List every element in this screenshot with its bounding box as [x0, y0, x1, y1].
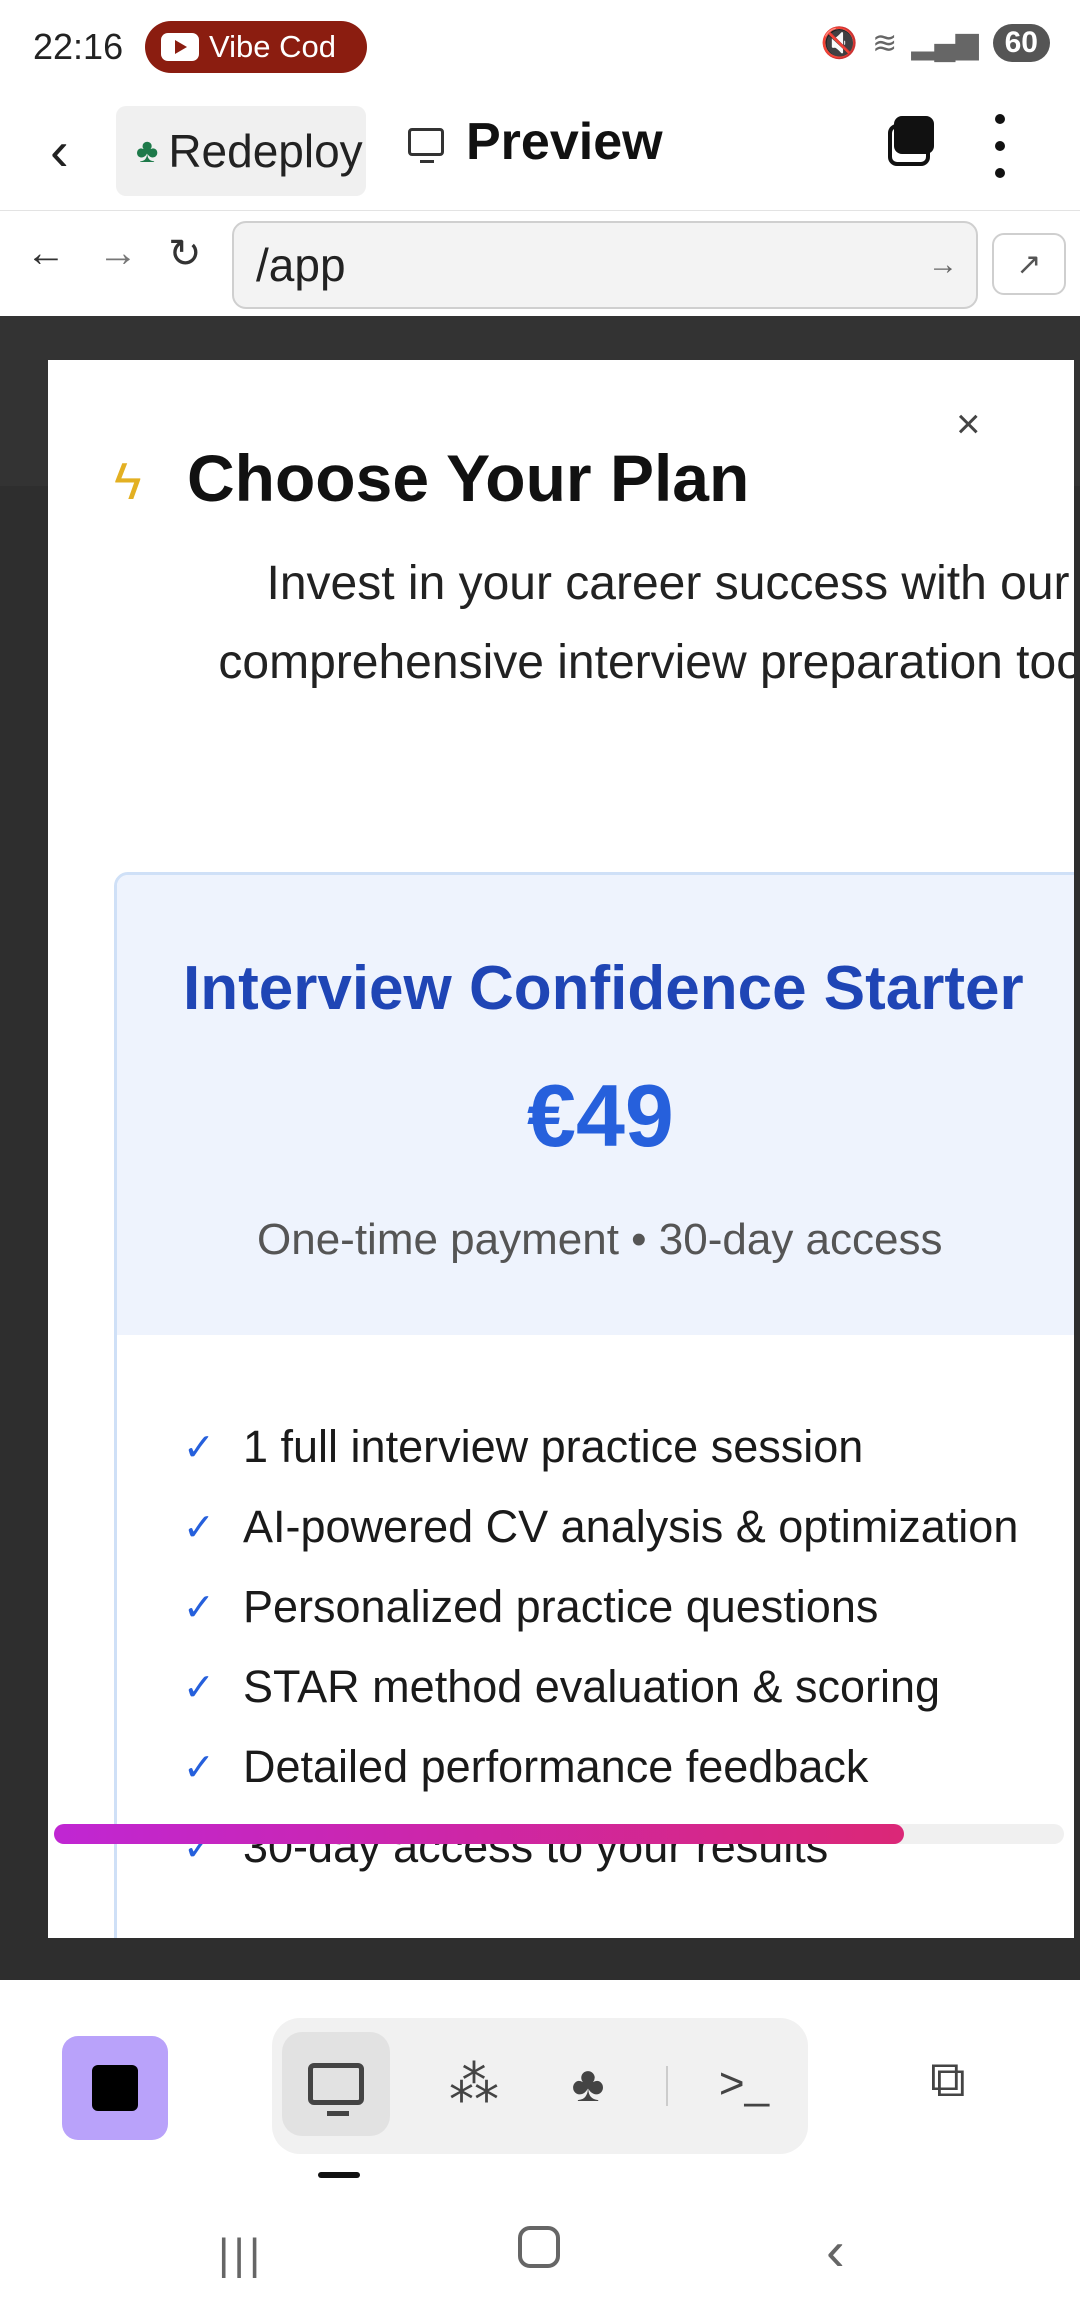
mute-icon: 🔇 — [820, 26, 859, 60]
nav-back-icon[interactable]: ← — [26, 231, 66, 276]
bottom-toolbar: ⁂ ♣ >_ ⧉ — [0, 1980, 1080, 2180]
preview-tab-label: Preview — [466, 113, 663, 171]
media-pill-label: Vibe Cod — [209, 29, 336, 64]
active-indicator — [318, 2172, 360, 2178]
panel-toggle-icon[interactable]: ⧉ — [930, 2050, 966, 2109]
close-icon[interactable]: × — [956, 400, 981, 448]
system-back-icon[interactable]: ‹ — [826, 2218, 845, 2283]
check-icon: ✓ — [183, 1586, 215, 1629]
youtube-icon — [161, 33, 199, 61]
back-icon[interactable]: ‹ — [50, 118, 69, 183]
check-icon: ✓ — [183, 1506, 215, 1549]
status-icons: 🔇 ≋ ▂▄▆ 60 — [821, 24, 1050, 62]
status-bar: 22:16 Vibe Cod 🔇 ≋ ▂▄▆ 60 — [0, 0, 1080, 92]
feature-item: ✓ 1 full interview practice session — [183, 1421, 864, 1472]
redeploy-tab[interactable]: ♣ Redeploy — [116, 106, 366, 196]
home-icon[interactable] — [518, 2226, 560, 2268]
system-nav-bar: ||| ‹ — [0, 2180, 1080, 2316]
view-switcher: ⁂ ♣ >_ — [272, 2018, 808, 2154]
nodes-icon: ⁂ — [449, 2056, 499, 2112]
browser-bar: ← → ↻ /app → ↗ — [0, 210, 1080, 316]
modal-subtitle: Invest in your career success with our c… — [218, 557, 1074, 689]
monitor-icon — [308, 2063, 364, 2116]
preview-tab[interactable]: Preview — [408, 112, 663, 172]
redeploy-tab-label: Redeploy — [168, 125, 363, 177]
toolbar-divider — [666, 2066, 668, 2106]
feature-item: ✓ 30-day access to your results — [183, 1821, 829, 1872]
battery-indicator: 60 — [992, 24, 1050, 62]
tree-icon: ♣ — [136, 131, 159, 170]
recents-icon[interactable]: ||| — [218, 2230, 264, 2280]
stop-button[interactable] — [62, 2036, 168, 2140]
app-header: ‹ ♣ Redeploy Preview — [0, 92, 1080, 210]
deploy-view-button[interactable]: ♣ — [534, 2032, 642, 2136]
modal-title: Choose Your Plan — [187, 441, 750, 515]
preview-view-button[interactable] — [282, 2032, 390, 2136]
horizontal-scrollbar[interactable] — [54, 1824, 1064, 1844]
horizontal-scroll-thumb[interactable] — [54, 1824, 904, 1844]
go-arrow-icon[interactable]: → — [928, 223, 958, 307]
plan-payment-note: One-time payment • 30-day access — [257, 1215, 943, 1264]
check-icon: ✓ — [183, 1426, 215, 1469]
more-options-icon[interactable] — [990, 114, 1010, 178]
wifi-icon: ≋ — [872, 26, 898, 60]
signal-icon: ▂▄▆ — [911, 26, 979, 60]
terminal-icon: >_ — [718, 2059, 770, 2108]
plan-card-header: Interview Confidence Starter €49 One-tim… — [117, 875, 1074, 1335]
url-text: /app — [256, 239, 346, 291]
plan-modal: × ϟ Choose Your Plan Invest in your care… — [48, 360, 1074, 1938]
reload-icon[interactable]: ↻ — [168, 231, 202, 277]
nav-forward-icon[interactable]: → — [98, 231, 138, 276]
monitor-icon — [408, 128, 444, 163]
tabs-switcher-icon[interactable] — [880, 116, 934, 170]
tree-icon: ♣ — [571, 2056, 605, 2112]
feature-item: ✓ AI-powered CV analysis & optimization — [183, 1501, 1019, 1552]
feature-item: ✓ STAR method evaluation & scoring — [183, 1661, 941, 1712]
feature-item: ✓ Personalized practice questions — [183, 1581, 879, 1632]
check-icon: ✓ — [183, 1666, 215, 1709]
terminal-view-button[interactable]: >_ — [690, 2032, 798, 2136]
open-external-icon[interactable]: ↗ — [992, 233, 1066, 295]
plan-name: Interview Confidence Starter — [183, 954, 1024, 1023]
plan-price: €49 — [527, 1066, 674, 1165]
integrations-view-button[interactable]: ⁂ — [420, 2032, 528, 2136]
feature-item: ✓ Detailed performance feedback — [183, 1741, 869, 1792]
url-input[interactable]: /app → — [232, 221, 978, 309]
lightning-icon: ϟ — [114, 453, 142, 511]
plan-card[interactable]: Interview Confidence Starter €49 One-tim… — [114, 872, 1074, 1938]
media-pill[interactable]: Vibe Cod — [145, 21, 367, 73]
status-time: 22:16 — [33, 26, 124, 67]
web-preview: × ϟ Choose Your Plan Invest in your care… — [0, 316, 1080, 1980]
feature-list: ✓ 1 full interview practice session ✓ AI-p… — [183, 1407, 1018, 1887]
check-icon: ✓ — [183, 1746, 215, 1789]
stop-icon — [92, 2065, 138, 2111]
